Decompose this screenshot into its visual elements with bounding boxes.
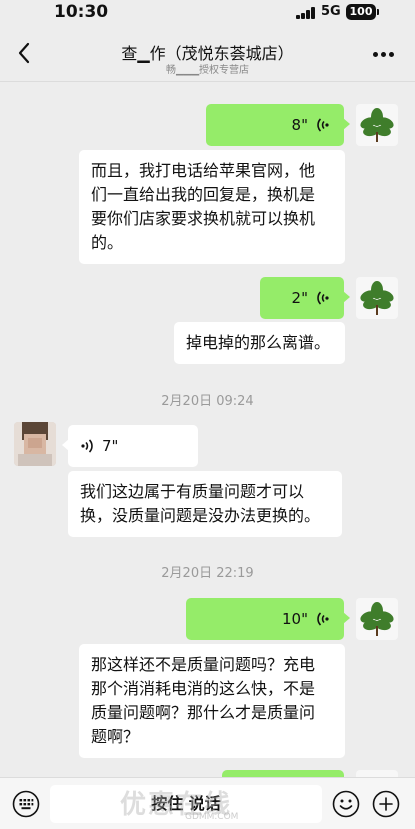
message-line: 掉电掉的那么离谱。 <box>186 333 331 352</box>
voice-message-out[interactable]: 10" <box>186 598 350 640</box>
status-bar: 10:30 5G 100 <box>0 0 415 26</box>
message-line: 质量问题啊？那什么才是质量问 <box>91 703 316 722</box>
message-line: 那这样还不是质量问题吗？充电 <box>91 655 316 674</box>
contact-avatar[interactable] <box>14 422 56 466</box>
network-label: 5G <box>321 4 341 19</box>
text-message-in[interactable]: 我们这边属于有质量问题才可以 换，没质量问题是没办法更换的。 <box>68 471 342 537</box>
timestamp: 2月20日 09:24 <box>161 394 254 409</box>
voice-duration: 10" <box>282 610 308 628</box>
emoji-icon[interactable] <box>332 790 360 818</box>
voice-duration: 2" <box>291 289 308 307</box>
message-line: 题啊？ <box>91 727 140 746</box>
back-icon[interactable] <box>12 38 38 68</box>
input-bar: 按住 说话 <box>0 777 415 829</box>
signal-icon <box>296 7 316 19</box>
voice-message-out[interactable]: 8" <box>206 104 350 146</box>
more-icon[interactable] <box>373 52 395 58</box>
timestamp: 2月20日 22:19 <box>161 566 254 581</box>
chat-header: 查▁作（茂悦东荟城店） 畅▁▁▁授权专营店 <box>0 26 415 82</box>
voice-duration: 7" <box>102 437 119 455</box>
text-message-in[interactable]: 掉电掉的那么离谱。 <box>174 322 345 364</box>
voice-message-out[interactable]: 2" <box>260 277 350 319</box>
voice-wave-icon <box>317 118 329 132</box>
message-line: 而且，我打电话给苹果官网，他 <box>91 161 316 180</box>
self-avatar[interactable] <box>356 770 398 777</box>
voice-wave-icon <box>317 291 329 305</box>
message-line: 换，没质量问题是没办法更换的。 <box>80 506 321 525</box>
chat-subtitle: 畅▁▁▁授权专营店 <box>165 65 250 76</box>
message-line: 的。 <box>91 233 124 252</box>
battery-tip <box>377 9 379 15</box>
voice-message-out-partial[interactable] <box>222 770 344 777</box>
voice-message-in[interactable]: 7" <box>62 425 198 467</box>
voice-duration: 8" <box>291 116 308 134</box>
self-avatar[interactable] <box>356 277 398 319</box>
message-line: 那个消消耗电消的这么快，不是 <box>91 679 316 698</box>
self-avatar[interactable] <box>356 104 398 146</box>
hold-to-talk-button[interactable]: 按住 说话 <box>50 785 322 823</box>
message-list[interactable]: 8" 而且，我打电话给苹果官网，他 们一直给出我的回复是，换机是 要你们店家要求… <box>0 82 415 777</box>
keyboard-icon[interactable] <box>12 790 40 818</box>
text-message-in[interactable]: 而且，我打电话给苹果官网，他 们一直给出我的回复是，换机是 要你们店家要求换机就… <box>79 150 345 264</box>
message-line: 要你们店家要求换机就可以换机 <box>91 209 316 228</box>
voice-wave-icon <box>317 612 329 626</box>
self-avatar[interactable] <box>356 598 398 640</box>
battery-icon: 100 <box>346 4 376 20</box>
text-message-in[interactable]: 那这样还不是质量问题吗？充电 那个消消耗电消的这么快，不是 质量问题啊？那什么才… <box>79 644 345 758</box>
message-line: 们一直给出我的回复是，换机是 <box>91 185 316 204</box>
voice-wave-icon <box>81 439 93 453</box>
message-line: 我们这边属于有质量问题才可以 <box>80 482 305 501</box>
plus-icon[interactable] <box>372 790 400 818</box>
status-time: 10:30 <box>54 2 109 22</box>
